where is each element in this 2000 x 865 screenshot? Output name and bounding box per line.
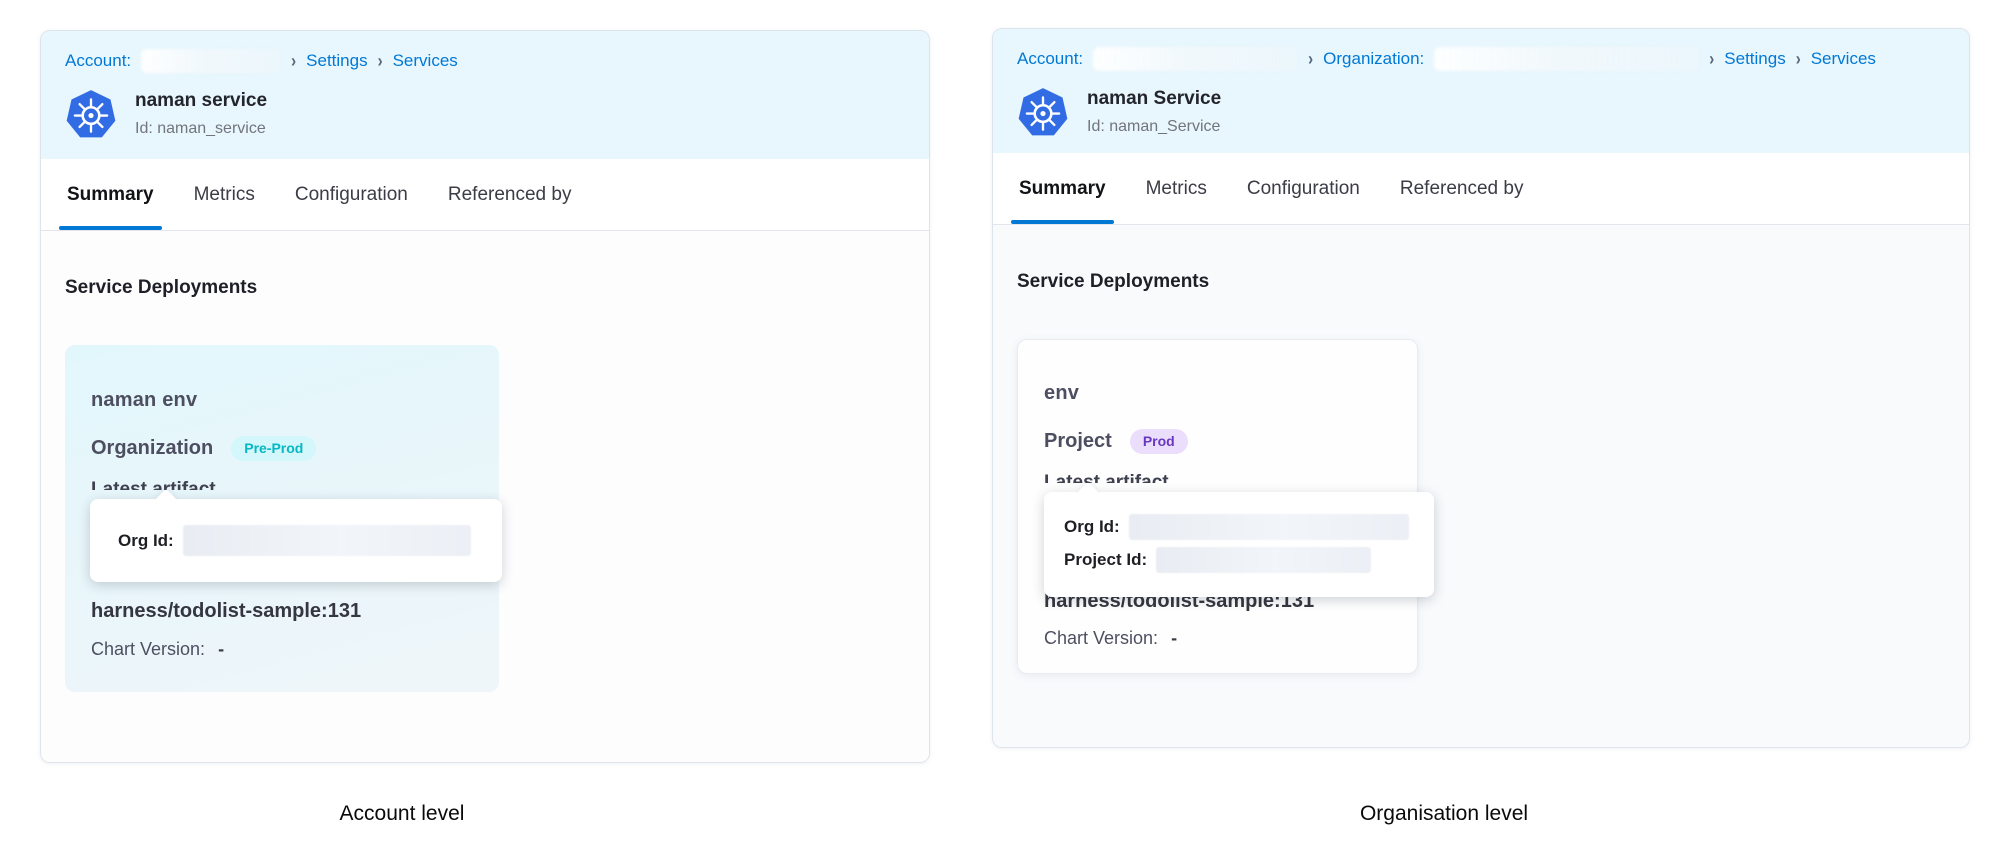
- environment-card[interactable]: env Project Prod Latest artifact harness…: [1017, 339, 1418, 674]
- service-title-block: naman Service Id: naman_Service: [1087, 88, 1221, 136]
- organisation-level-panel: Account: › Organization: › Settings › Se…: [992, 28, 1970, 748]
- breadcrumb: Account: › Organization: › Settings › Se…: [1017, 47, 1945, 71]
- org-id-label: Org Id:: [1064, 517, 1120, 537]
- redacted-org-id-value: [1129, 514, 1409, 540]
- redacted-organization-name: [1434, 47, 1699, 71]
- section-title: Service Deployments: [1017, 271, 1945, 293]
- environment-card-body: naman env Organization Pre-Prod Latest a…: [65, 345, 499, 490]
- chevron-right-icon: ›: [1709, 48, 1714, 69]
- service-title-row: naman service Id: naman_service: [65, 87, 905, 141]
- org-id-row: Org Id:: [118, 525, 502, 556]
- tab-summary[interactable]: Summary: [1019, 153, 1106, 224]
- chart-version-row: Chart Version: -: [91, 639, 224, 660]
- breadcrumb-organization-link[interactable]: Organization:: [1323, 49, 1424, 69]
- left-panel-caption: Account level: [340, 802, 465, 826]
- service-title-row: naman Service Id: naman_Service: [1017, 85, 1945, 139]
- tab-metrics[interactable]: Metrics: [1146, 153, 1207, 224]
- breadcrumb: Account: › Settings › Services: [65, 49, 905, 73]
- service-header: Account: › Settings › Services naman ser…: [41, 31, 929, 159]
- chevron-right-icon: ›: [378, 50, 383, 71]
- redacted-org-id-value: [183, 525, 471, 556]
- kubernetes-icon: [65, 87, 117, 141]
- chart-version-row: Chart Version: -: [1044, 628, 1177, 649]
- tab-configuration[interactable]: Configuration: [1247, 153, 1360, 224]
- environment-card[interactable]: naman env Organization Pre-Prod Latest a…: [65, 345, 499, 692]
- breadcrumb-services-link[interactable]: Services: [393, 51, 458, 71]
- chart-version-value: -: [218, 639, 224, 659]
- env-type-badge: Pre-Prod: [231, 436, 316, 461]
- summary-tab-content: Service Deployments naman env Organizati…: [41, 231, 929, 763]
- redacted-account-name: [1093, 47, 1298, 71]
- project-id-label: Project Id:: [1064, 550, 1147, 570]
- environment-name: env: [1044, 382, 1391, 405]
- environment-scope-row[interactable]: Organization Pre-Prod: [91, 436, 473, 461]
- environment-card-body: env Project Prod Latest artifact: [1018, 340, 1417, 483]
- tab-bar: Summary Metrics Configuration Referenced…: [993, 153, 1969, 225]
- account-level-panel: Account: › Settings › Services naman ser…: [40, 30, 930, 763]
- chevron-right-icon: ›: [1796, 48, 1801, 69]
- environment-scope-row[interactable]: Project Prod: [1044, 429, 1391, 454]
- org-id-row: Org Id:: [1064, 514, 1434, 540]
- breadcrumb-account-link[interactable]: Account:: [65, 51, 131, 71]
- tab-configuration[interactable]: Configuration: [295, 159, 408, 230]
- breadcrumb-account-link[interactable]: Account:: [1017, 49, 1083, 69]
- tab-summary[interactable]: Summary: [67, 159, 154, 230]
- tab-bar: Summary Metrics Configuration Referenced…: [41, 159, 929, 231]
- service-id: Id: naman_Service: [1087, 118, 1221, 136]
- scope-id-tooltip: Org Id: Project Id:: [1044, 492, 1434, 597]
- chevron-right-icon: ›: [1308, 48, 1313, 69]
- section-title: Service Deployments: [65, 277, 905, 299]
- org-id-label: Org Id:: [118, 531, 174, 551]
- service-id: Id: naman_service: [135, 120, 267, 138]
- project-id-row: Project Id:: [1064, 547, 1434, 573]
- artifact-name: harness/todolist-sample:131: [91, 600, 361, 623]
- kubernetes-icon: [1017, 85, 1069, 139]
- service-name: naman Service: [1087, 88, 1221, 110]
- tab-metrics[interactable]: Metrics: [194, 159, 255, 230]
- environment-name: naman env: [91, 389, 473, 412]
- env-type-badge: Prod: [1130, 429, 1188, 454]
- chevron-right-icon: ›: [291, 50, 296, 71]
- scope-id-tooltip: Org Id:: [90, 499, 502, 582]
- redacted-account-name: [141, 49, 281, 73]
- breadcrumb-services-link[interactable]: Services: [1811, 49, 1876, 69]
- tab-referenced-by[interactable]: Referenced by: [448, 159, 572, 230]
- right-panel-caption: Organisation level: [1360, 802, 1528, 826]
- breadcrumb-settings-link[interactable]: Settings: [1724, 49, 1785, 69]
- occluded-text-line: Latest artifact: [91, 479, 473, 490]
- breadcrumb-settings-link[interactable]: Settings: [306, 51, 367, 71]
- redacted-project-id-value: [1156, 547, 1371, 573]
- service-title-block: naman service Id: naman_service: [135, 90, 267, 138]
- chart-version-label: Chart Version:: [1044, 628, 1158, 648]
- environment-scope-label[interactable]: Organization: [91, 437, 213, 460]
- chart-version-value: -: [1171, 628, 1177, 648]
- tab-referenced-by[interactable]: Referenced by: [1400, 153, 1524, 224]
- environment-scope-label[interactable]: Project: [1044, 430, 1112, 453]
- chart-version-label: Chart Version:: [91, 639, 205, 659]
- occluded-text-line: Latest artifact: [1044, 472, 1391, 483]
- service-header: Account: › Organization: › Settings › Se…: [993, 29, 1969, 153]
- summary-tab-content: Service Deployments env Project Prod Lat…: [993, 225, 1969, 748]
- service-name: naman service: [135, 90, 267, 112]
